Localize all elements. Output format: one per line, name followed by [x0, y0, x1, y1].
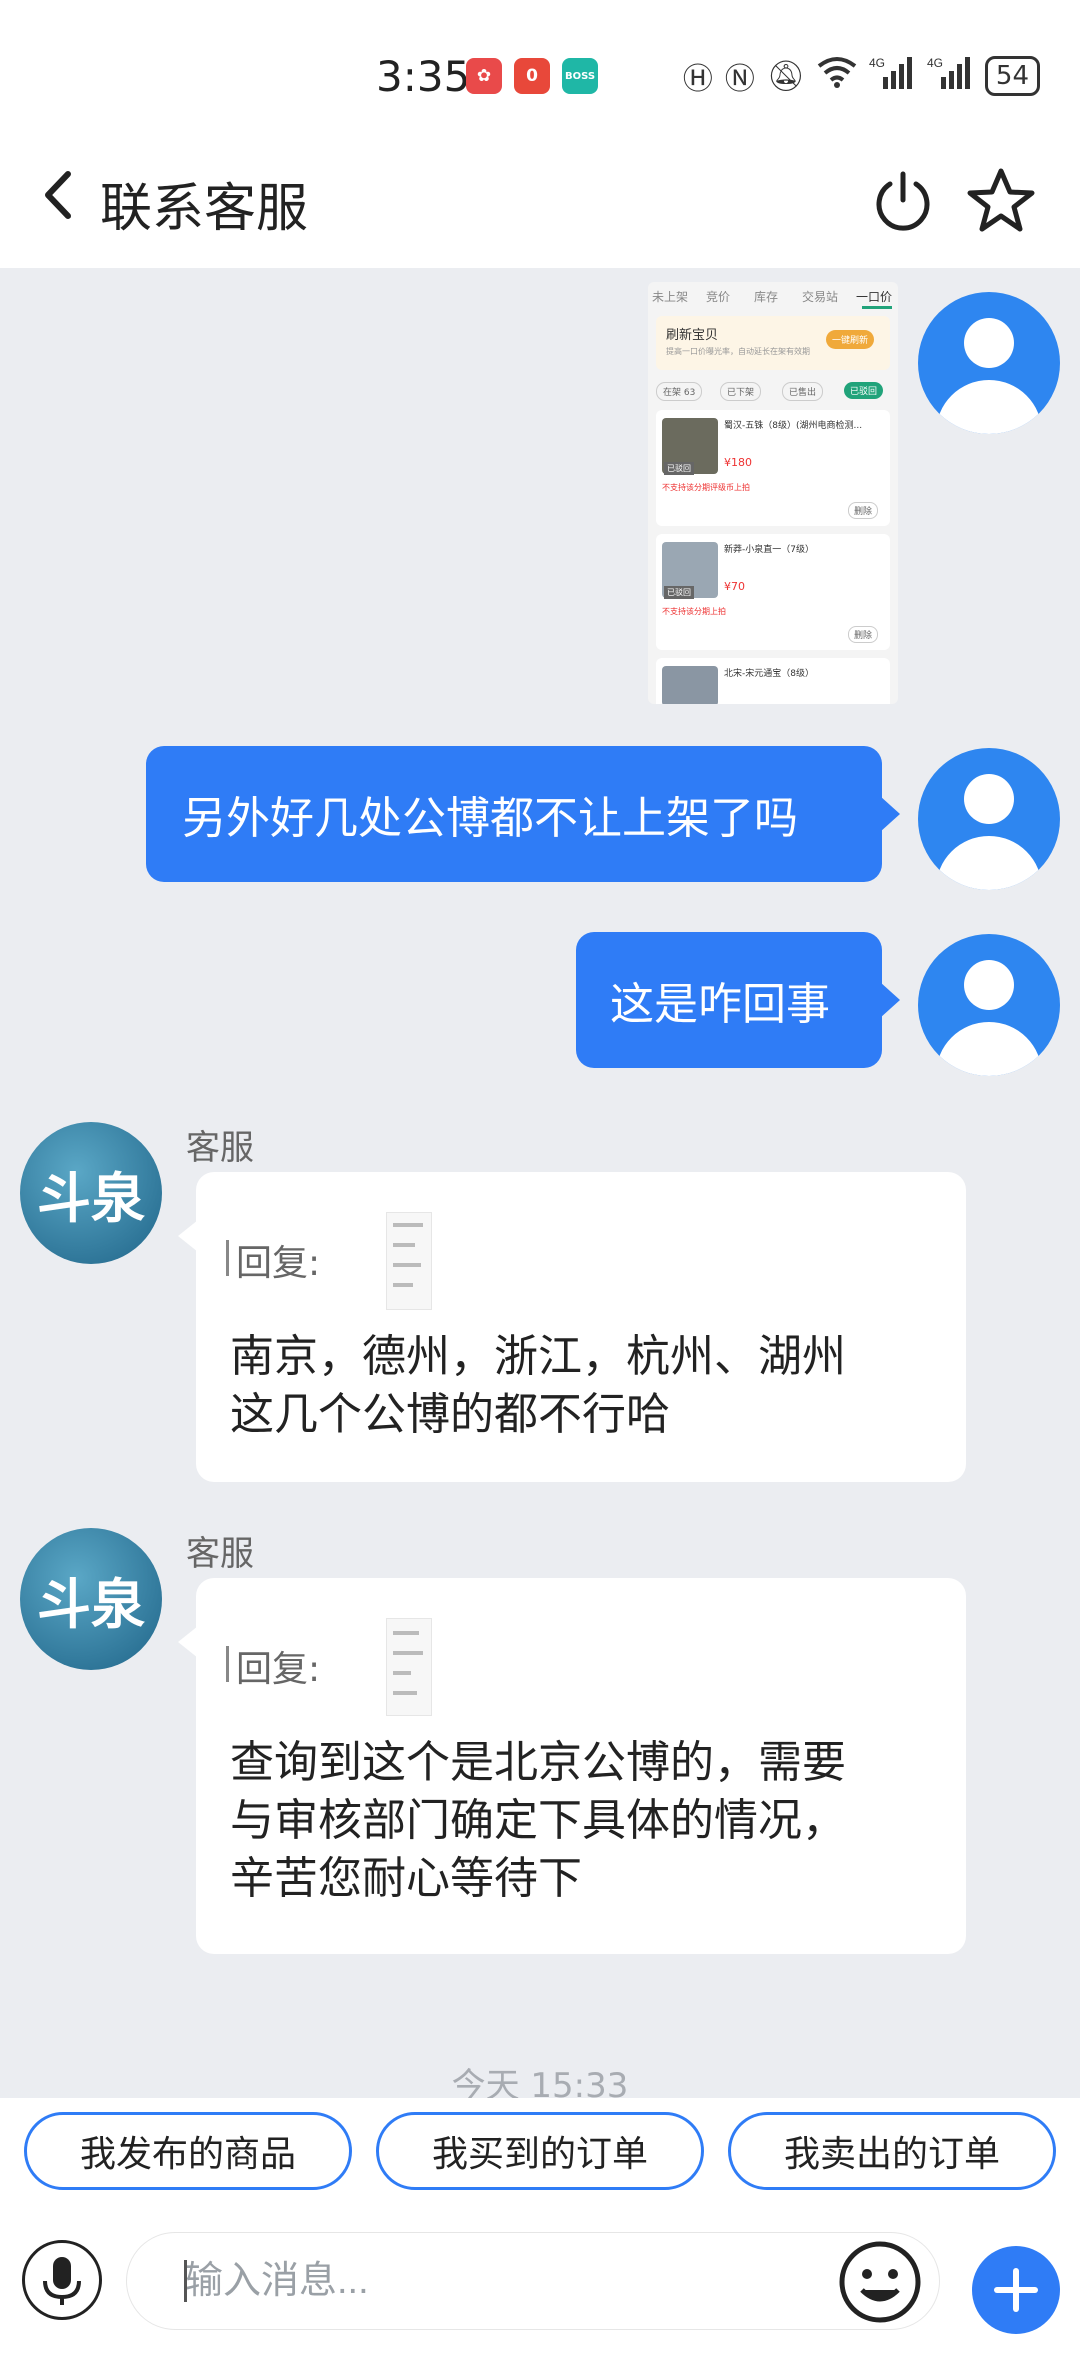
thumb-item-note: 不支持该分期上拍 [662, 607, 726, 616]
thumb-tab-indicator [862, 306, 892, 309]
thumb-item: 北宋-宋元通宝（8级） [656, 658, 890, 704]
message-text: 另外好几处公博都不让上架了吗 [182, 793, 798, 844]
thumb-banner-title: 刷新宝贝 [666, 328, 719, 343]
star-outline-icon [967, 168, 1035, 232]
sender-name: 客服 [186, 1534, 254, 1574]
favorite-button[interactable] [966, 166, 1036, 236]
notification-app-icon: 0 [514, 58, 550, 94]
thumb-item-tag: 已驳回 [664, 586, 694, 599]
thumb-filter: 已驳回 [844, 382, 884, 399]
boss-app-icon: BOSS [562, 58, 598, 94]
thumb-tab: 库存 [754, 290, 779, 304]
thumb-item-name: 蜀汉-五铢（8级）(湖州电商检测... [724, 421, 863, 431]
service-message-line: 南京，德州，浙江，杭州、湖州 [230, 1331, 846, 1382]
my-products-button[interactable]: 我发布的商品 [24, 2112, 352, 2190]
nfc-icon: Ⓝ [724, 62, 755, 97]
back-button[interactable] [40, 168, 76, 231]
service-avatar[interactable]: 斗泉 [20, 1122, 162, 1264]
game-app-icon: ✿ [466, 58, 502, 94]
thumb-item: 已驳回 蜀汉-五铢（8级）(湖州电商检测... ¥180 不支持该分期评级币上拍… [656, 410, 890, 526]
thumb-item: 已驳回 新莽-小泉直一（7级） ¥70 不支持该分期上拍 删除 [656, 534, 890, 650]
thumb-item-price: ¥180 [724, 456, 752, 469]
power-button[interactable] [872, 170, 934, 232]
signal-4g-icon-2: 4G [927, 55, 973, 97]
thumb-filter: 已下架 [720, 382, 762, 401]
thumb-tab: 未上架 [652, 290, 689, 304]
hd-icon: Ⓗ [682, 62, 713, 97]
sent-screenshot-image[interactable]: 未上架 竞价 库存 交易站 一口价 刷新宝贝 提高一口价曝光率，自动延长在架有效… [648, 282, 898, 704]
thumb-banner: 刷新宝贝 提高一口价曝光率，自动延长在架有效期 一键刷新 [656, 316, 890, 370]
emoji-button[interactable] [836, 2238, 924, 2326]
page-title: 联系客服 [100, 179, 309, 239]
reply-label: 回复: [236, 1649, 321, 1690]
my-message-bubble[interactable]: 这是咋回事 [576, 932, 900, 1068]
reply-screenshot-thumbnail[interactable] [386, 1212, 432, 1310]
chevron-left-icon [45, 171, 71, 219]
thumb-item-action: 删除 [848, 626, 879, 643]
thumb-coin-image [662, 666, 718, 704]
status-icons: Ⓗ Ⓝ 🔕︎ 4G 4G 54 [683, 54, 1040, 98]
service-message-bubble[interactable]: 回复: 查询到这个是北京公博的，需要 与审核部门确定下具体的情况， 辛苦您耐心等… [178, 1578, 966, 1954]
svg-text:4G: 4G [869, 56, 885, 70]
emoji-smile-icon [839, 2241, 921, 2323]
more-actions-button[interactable] [972, 2246, 1060, 2334]
thumb-item-name: 新莽-小泉直一（7级） [724, 545, 814, 555]
thumb-tab: 竞价 [706, 290, 731, 304]
microphone-icon [43, 2257, 81, 2305]
top-bar: 3:35 ✿ 0 BOSS Ⓗ Ⓝ 🔕︎ 4G 4G 54 联系客服 [0, 0, 1080, 268]
message-input[interactable] [126, 2232, 940, 2330]
reply-label: 回复: [236, 1243, 321, 1284]
status-time: 3:35 [376, 52, 471, 101]
quick-reply-bar: 我发布的商品 我买到的订单 我卖出的订单 [0, 2098, 1080, 2218]
my-message-bubble[interactable]: 另外好几处公博都不让上架了吗 [146, 746, 900, 882]
service-message-line: 与审核部门确定下具体的情况， [230, 1795, 846, 1846]
svg-text:4G: 4G [927, 56, 943, 70]
my-purchases-button[interactable]: 我买到的订单 [376, 2112, 704, 2190]
thumb-tab: 一口价 [856, 290, 893, 304]
service-message-bubble[interactable]: 回复: 南京，德州，浙江，杭州、湖州 这几个公博的都不行哈 [178, 1172, 966, 1482]
my-sales-button[interactable]: 我卖出的订单 [728, 2112, 1056, 2190]
service-avatar[interactable]: 斗泉 [20, 1528, 162, 1670]
wifi-icon [817, 56, 857, 96]
service-message-line: 查询到这个是北京公博的，需要 [230, 1737, 846, 1788]
user-avatar[interactable] [918, 292, 1060, 434]
input-bar [0, 2218, 1080, 2376]
voice-input-button[interactable] [22, 2240, 102, 2320]
thumb-banner-button: 一键刷新 [826, 330, 875, 349]
service-message-line: 这几个公博的都不行哈 [230, 1389, 670, 1440]
signal-4g-icon: 4G [869, 55, 915, 97]
thumb-item-price: ¥70 [724, 580, 745, 593]
thumb-tab: 交易站 [802, 290, 839, 304]
thumb-banner-sub: 提高一口价曝光率，自动延长在架有效期 [666, 347, 810, 356]
thumb-item-name: 北宋-宋元通宝（8级） [724, 669, 814, 679]
user-avatar[interactable] [918, 748, 1060, 890]
service-message-line: 辛苦您耐心等待下 [230, 1853, 582, 1904]
thumb-filter: 已售出 [782, 382, 824, 401]
battery-indicator: 54 [984, 56, 1040, 96]
mute-icon: 🔕︎ [766, 58, 805, 94]
thumb-filter: 在架 63 [656, 382, 703, 401]
user-avatar[interactable] [918, 934, 1060, 1076]
reply-quote-bar [226, 1240, 229, 1276]
text-caret [184, 2260, 187, 2302]
thumb-item-action: 删除 [848, 502, 879, 519]
thumb-item-tag: 已驳回 [664, 462, 694, 475]
thumb-item-note: 不支持该分期评级币上拍 [662, 483, 750, 492]
reply-quote-bar [226, 1646, 229, 1682]
sender-name: 客服 [186, 1128, 254, 1168]
message-text: 这是咋回事 [610, 979, 830, 1030]
plus-icon [994, 2268, 1038, 2312]
reply-screenshot-thumbnail[interactable] [386, 1618, 432, 1716]
power-icon [876, 171, 930, 231]
